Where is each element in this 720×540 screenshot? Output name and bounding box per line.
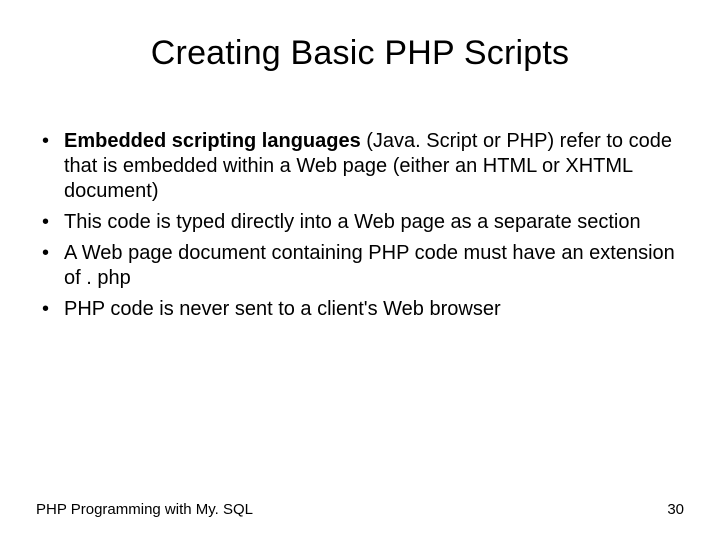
footer: PHP Programming with My. SQL 30: [36, 501, 684, 518]
bullet-text: A Web page document containing PHP code …: [64, 242, 675, 289]
bullet-list: Embedded scripting languages (Java. Scri…: [36, 129, 684, 322]
list-item: PHP code is never sent to a client's Web…: [36, 297, 684, 322]
list-item: A Web page document containing PHP code …: [36, 241, 684, 291]
bullet-bold: Embedded scripting languages: [64, 130, 361, 152]
bullet-text: This code is typed directly into a Web p…: [64, 211, 641, 233]
slide: Creating Basic PHP Scripts Embedded scri…: [0, 0, 720, 540]
footer-left: PHP Programming with My. SQL: [36, 501, 253, 518]
list-item: This code is typed directly into a Web p…: [36, 210, 684, 235]
bullet-text: PHP code is never sent to a client's Web…: [64, 298, 501, 320]
list-item: Embedded scripting languages (Java. Scri…: [36, 129, 684, 204]
page-number: 30: [667, 501, 684, 518]
slide-title: Creating Basic PHP Scripts: [36, 34, 684, 73]
